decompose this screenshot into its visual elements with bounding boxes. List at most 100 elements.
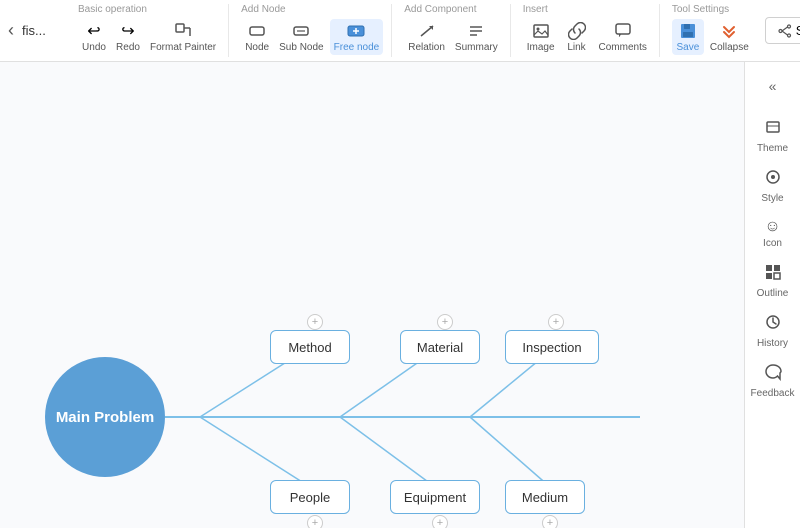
sub-node-button[interactable]: Sub Node	[275, 19, 327, 55]
summary-icon	[466, 21, 486, 41]
medium-node[interactable]: Medium	[505, 480, 585, 514]
relation-icon	[417, 21, 437, 41]
image-icon	[531, 21, 551, 41]
sidebar-item-icon[interactable]: ☺ Icon	[749, 212, 797, 255]
people-plus[interactable]: +	[307, 515, 323, 528]
node-icon	[247, 21, 267, 41]
theme-label: Theme	[757, 143, 788, 154]
equipment-node[interactable]: Equipment	[390, 480, 480, 514]
main-area: Main Problem Method + Material + Inspect…	[0, 62, 800, 528]
medium-label: Medium	[522, 490, 568, 505]
share-label: Share	[796, 23, 800, 38]
theme-icon	[764, 118, 782, 141]
share-icon	[778, 24, 792, 38]
sidebar-item-feedback[interactable]: Feedback	[749, 357, 797, 405]
sidebar-item-outline[interactable]: Outline	[749, 257, 797, 305]
free-node-button[interactable]: Free node	[330, 19, 384, 55]
sub-node-icon	[291, 21, 311, 41]
outline-icon	[764, 263, 782, 286]
icon-label: Icon	[763, 238, 782, 249]
inspection-node[interactable]: Inspection	[505, 330, 599, 364]
image-button[interactable]: Image	[523, 19, 559, 55]
style-label: Style	[761, 193, 783, 204]
document-title: fis...	[22, 23, 58, 38]
summary-label: Summary	[455, 42, 498, 53]
comments-icon	[613, 21, 633, 41]
relation-button[interactable]: Relation	[404, 19, 449, 55]
redo-label: Redo	[116, 42, 140, 53]
link-label: Link	[567, 42, 585, 53]
people-label: People	[290, 490, 330, 505]
save-label: Save	[676, 42, 699, 53]
outline-label: Outline	[757, 288, 789, 299]
group-label-add-node: Add Node	[241, 4, 285, 15]
redo-button[interactable]: ↪ Redo	[112, 19, 144, 55]
toolbar: ‹ fis... Basic operation ↩ Undo ↪ Redo F…	[0, 0, 800, 62]
comments-label: Comments	[599, 42, 647, 53]
icon-icon: ☺	[764, 218, 780, 236]
free-node-label: Free node	[334, 42, 380, 53]
undo-label: Undo	[82, 42, 106, 53]
canvas[interactable]: Main Problem Method + Material + Inspect…	[0, 62, 744, 528]
format-painter-button[interactable]: Format Painter	[146, 19, 220, 55]
main-problem-label: Main Problem	[56, 409, 154, 426]
toolbar-group-tool-settings: Tool Settings Save Collapse	[664, 4, 761, 57]
save-icon	[678, 21, 698, 41]
collapse-label: Collapse	[710, 42, 749, 53]
inspection-plus[interactable]: +	[548, 314, 564, 330]
comments-button[interactable]: Comments	[595, 19, 651, 55]
relation-label: Relation	[408, 42, 445, 53]
equipment-label: Equipment	[404, 490, 466, 505]
history-icon	[764, 313, 782, 336]
method-plus[interactable]: +	[307, 314, 323, 330]
feedback-icon	[764, 363, 782, 386]
format-painter-icon	[173, 21, 193, 41]
collapse-icon	[719, 21, 739, 41]
sidebar-collapse-button[interactable]: «	[757, 70, 789, 102]
group-label-basic: Basic operation	[78, 4, 147, 15]
add-node-items: Node Sub Node Free node	[241, 19, 383, 55]
collapse-arrows-icon: «	[769, 78, 777, 94]
node-label: Node	[245, 42, 269, 53]
material-plus[interactable]: +	[437, 314, 453, 330]
link-button[interactable]: Link	[561, 19, 593, 55]
tool-settings-items: Save Collapse	[672, 19, 753, 55]
toolbar-group-add-component: Add Component Relation Summary	[396, 4, 511, 57]
medium-plus[interactable]: +	[542, 515, 558, 528]
main-problem-node[interactable]: Main Problem	[45, 357, 165, 477]
method-label: Method	[288, 340, 331, 355]
undo-icon: ↩	[84, 21, 104, 41]
toolbar-right: Share Export	[765, 17, 800, 44]
redo-icon: ↪	[118, 21, 138, 41]
method-node[interactable]: Method	[270, 330, 350, 364]
group-label-add-component: Add Component	[404, 4, 476, 15]
group-label-insert: Insert	[523, 4, 548, 15]
undo-button[interactable]: ↩ Undo	[78, 19, 110, 55]
sub-node-label: Sub Node	[279, 42, 323, 53]
insert-items: Image Link Comments	[523, 19, 651, 55]
image-label: Image	[527, 42, 555, 53]
history-label: History	[757, 338, 788, 349]
format-painter-label: Format Painter	[150, 42, 216, 53]
free-node-icon	[346, 21, 366, 41]
save-button[interactable]: Save	[672, 19, 704, 55]
summary-button[interactable]: Summary	[451, 19, 502, 55]
toolbar-group-add-node: Add Node Node Sub Node Free node	[233, 4, 392, 57]
material-node[interactable]: Material	[400, 330, 480, 364]
group-label-tool-settings: Tool Settings	[672, 4, 729, 15]
share-button[interactable]: Share	[765, 17, 800, 44]
basic-op-items: ↩ Undo ↪ Redo Format Painter	[78, 19, 220, 55]
equipment-plus[interactable]: +	[432, 515, 448, 528]
people-node[interactable]: People	[270, 480, 350, 514]
toolbar-group-insert: Insert Image Link Comments	[515, 4, 660, 57]
sidebar-item-theme[interactable]: Theme	[749, 112, 797, 160]
inspection-label: Inspection	[522, 340, 581, 355]
sidebar-item-history[interactable]: History	[749, 307, 797, 355]
feedback-label: Feedback	[751, 388, 795, 399]
node-button[interactable]: Node	[241, 19, 273, 55]
add-component-items: Relation Summary	[404, 19, 502, 55]
collapse-button[interactable]: Collapse	[706, 19, 753, 55]
sidebar-item-style[interactable]: Style	[749, 162, 797, 210]
link-icon	[567, 21, 587, 41]
back-button[interactable]: ‹	[8, 20, 14, 41]
